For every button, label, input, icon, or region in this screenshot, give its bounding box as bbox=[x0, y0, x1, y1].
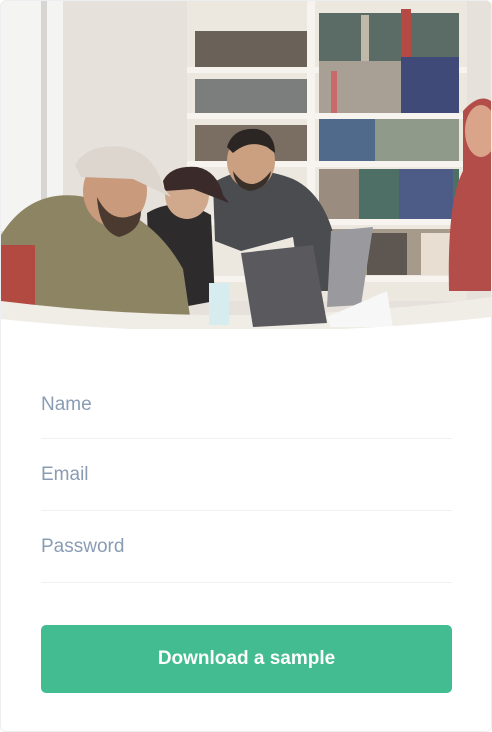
students-library-photo bbox=[1, 1, 491, 329]
email-field bbox=[41, 439, 452, 511]
signup-form bbox=[41, 369, 452, 583]
name-field bbox=[41, 369, 452, 439]
signup-card: Download a sample bbox=[0, 0, 492, 732]
email-input[interactable] bbox=[41, 461, 452, 489]
password-field bbox=[41, 511, 452, 583]
hero-image bbox=[1, 1, 491, 329]
download-sample-button[interactable]: Download a sample bbox=[41, 625, 452, 693]
name-input[interactable] bbox=[41, 391, 452, 419]
password-input[interactable] bbox=[41, 533, 452, 561]
